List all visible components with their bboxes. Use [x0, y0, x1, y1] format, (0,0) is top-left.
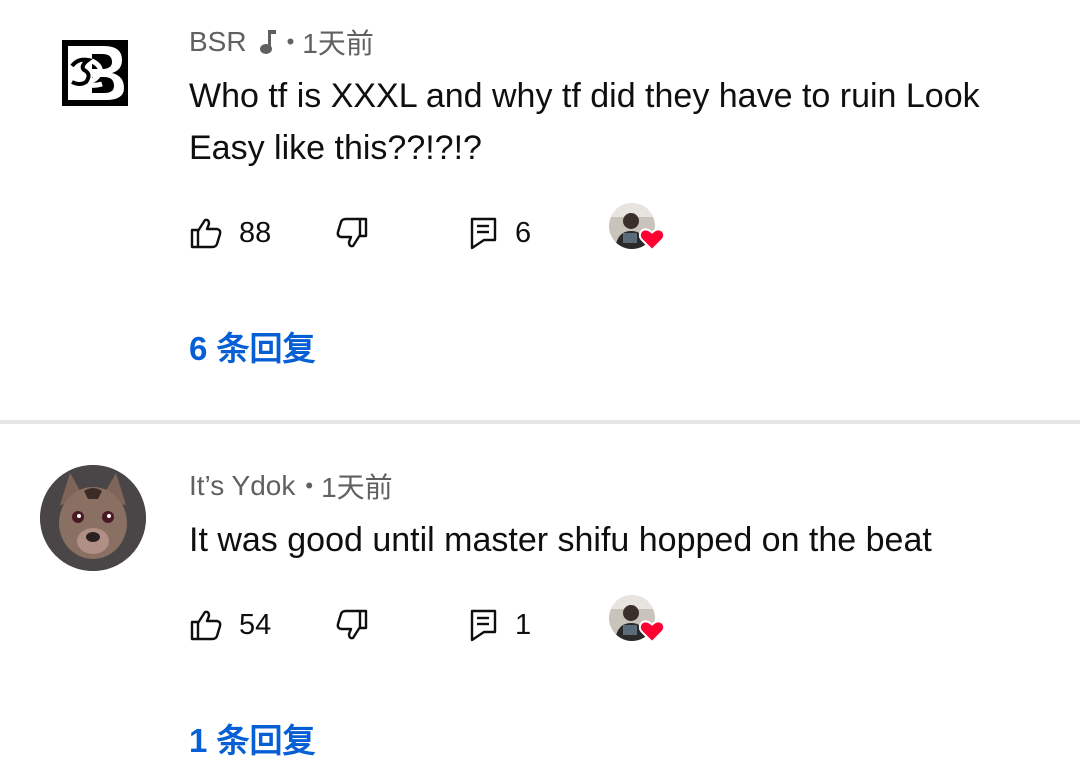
- view-replies-link[interactable]: 1 条回复: [189, 714, 316, 762]
- heart-icon: [639, 620, 665, 643]
- comment-thread: It’s Ydok • 1天前 It was good until master…: [0, 424, 1080, 774]
- reply-count: 6: [515, 216, 532, 249]
- creator-heart: [609, 595, 667, 646]
- like-button[interactable]: 54: [189, 600, 271, 650]
- thumbs-up-icon: [190, 610, 222, 641]
- meta-separator: •: [286, 29, 295, 54]
- like-count: 88: [239, 216, 272, 249]
- author-name[interactable]: BSR: [189, 26, 247, 58]
- dislike-button[interactable]: [335, 208, 369, 258]
- comment-icon: [470, 609, 497, 642]
- thumbs-up-icon: [190, 218, 222, 249]
- heart-icon: [639, 228, 665, 251]
- comment-meta: BSR • 1天前: [189, 22, 374, 62]
- dislike-button[interactable]: [335, 600, 369, 650]
- author-avatar[interactable]: [58, 36, 132, 110]
- view-replies-link[interactable]: 6 条回复: [189, 322, 316, 370]
- bsr-logo-icon: [62, 40, 128, 106]
- comment-time: 1天前: [302, 28, 374, 59]
- author-avatar[interactable]: [40, 465, 146, 571]
- comment-actions: 88 6: [189, 203, 789, 258]
- thumbs-down-icon: [336, 609, 368, 640]
- comment-time: 1天前: [321, 472, 393, 503]
- dog-avatar-image: [40, 465, 146, 571]
- meta-separator: •: [305, 473, 314, 498]
- creator-heart: [609, 203, 667, 254]
- like-button[interactable]: 88: [189, 208, 271, 258]
- like-count: 54: [239, 608, 272, 641]
- comment-icon: [470, 217, 497, 250]
- thumbs-down-icon: [336, 217, 368, 248]
- reply-count: 1: [515, 608, 532, 641]
- comment-meta: It’s Ydok • 1天前: [189, 466, 393, 506]
- music-note-icon: [259, 30, 276, 54]
- comment-text: Who tf is XXXL and why tf did they have …: [189, 77, 980, 167]
- comment-thread: BSR • 1天前 Who tf is XXXL and why tf did …: [0, 0, 1080, 420]
- reply-button[interactable]: 1: [469, 600, 531, 650]
- reply-button[interactable]: 6: [469, 208, 531, 258]
- comment-actions: 54 1: [189, 595, 789, 650]
- author-name[interactable]: It’s Ydok: [189, 470, 295, 502]
- comment-text: It was good until master shifu hopped on…: [189, 521, 932, 559]
